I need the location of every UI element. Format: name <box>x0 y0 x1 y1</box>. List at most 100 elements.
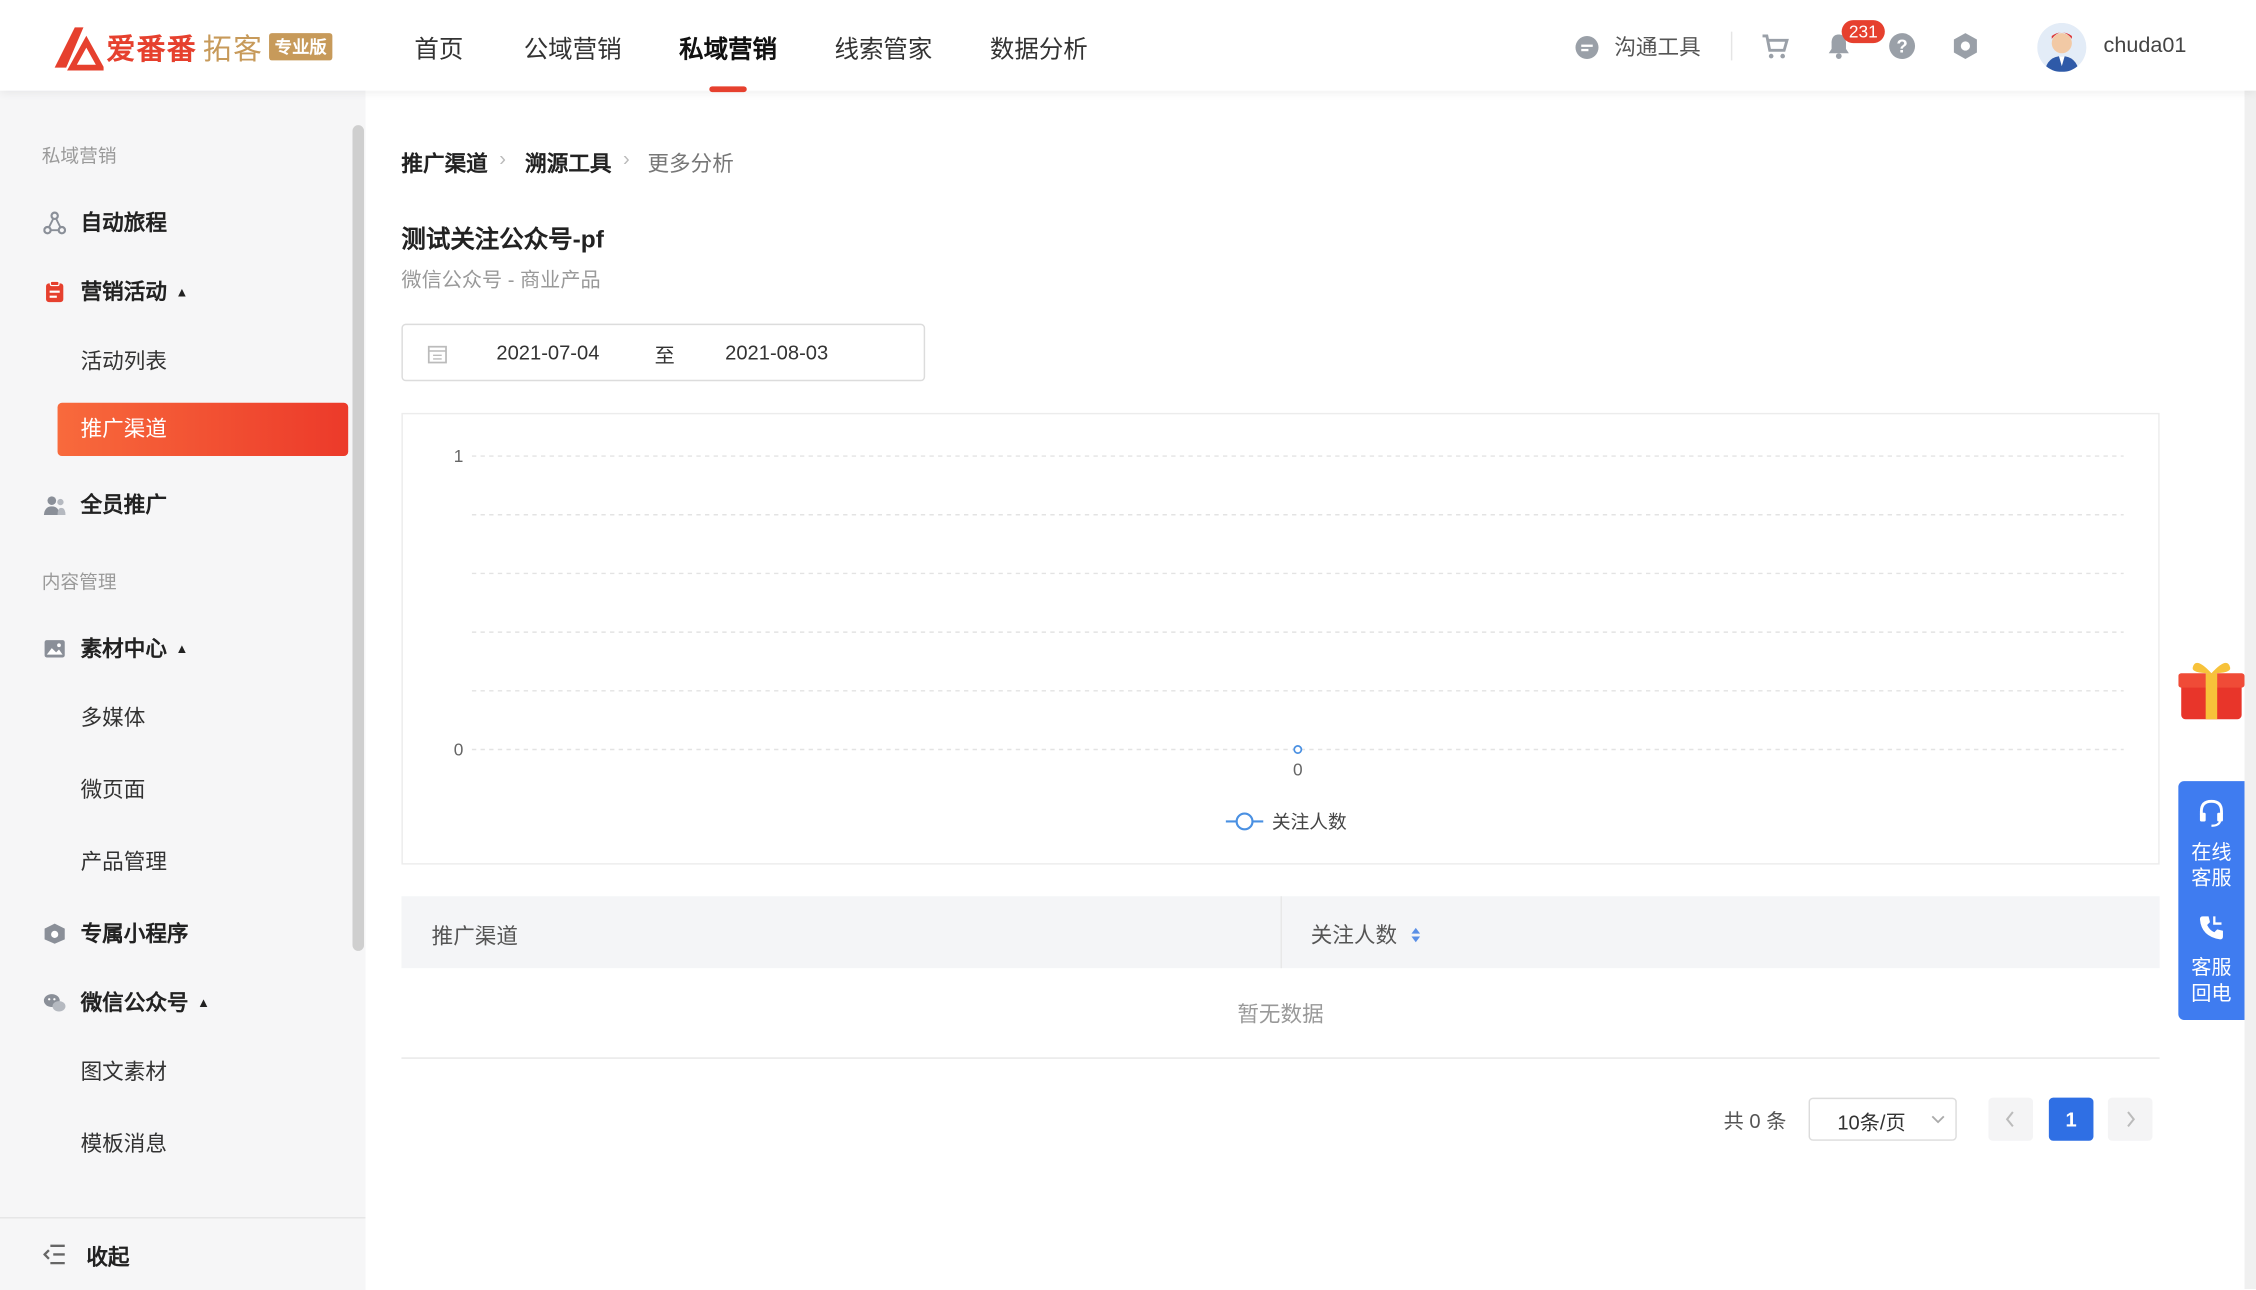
sidebar-item-label: 微信公众号 <box>80 991 189 1016</box>
collapse-sidebar-button[interactable]: 收起 <box>0 1217 366 1290</box>
mini-program-icon <box>44 922 65 944</box>
breadcrumb-more-analysis: 更多分析 <box>647 152 734 177</box>
sidebar-item-mini-program[interactable]: 专属小程序 <box>43 918 189 948</box>
legend-label: 关注人数 <box>1272 813 1347 834</box>
sidebar-item-marketing-activity[interactable]: 营销活动 ▲ <box>43 276 188 306</box>
sidebar-item-wechat-oa[interactable]: 微信公众号 ▲ <box>43 987 210 1017</box>
service-panel: 在线客服 客服回电 <box>2178 781 2245 1020</box>
sidebar-scrollbar[interactable] <box>352 125 365 951</box>
edition-badge: 专业版 <box>269 32 333 60</box>
phone-callback-icon[interactable] <box>2197 914 2226 943</box>
caret-up-icon: ▲ <box>175 640 189 656</box>
collapse-label: 收起 <box>86 1245 130 1271</box>
activity-icon <box>46 279 64 302</box>
notification-badge: 231 <box>1841 20 1885 44</box>
users-icon <box>43 495 66 515</box>
callback-button[interactable]: 客服回电 <box>2178 954 2244 1006</box>
nav-home[interactable]: 首页 <box>414 29 463 65</box>
sidebar-item-material-center[interactable]: 素材中心 ▲ <box>43 633 188 663</box>
breadcrumb-trace-tool[interactable]: 溯源工具 <box>525 148 611 178</box>
breadcrumb-promo-channel[interactable]: 推广渠道 <box>401 148 487 178</box>
x-tick-label: 0 <box>1293 759 1303 779</box>
headset-icon[interactable] <box>2197 798 2226 827</box>
caret-up-icon: ▲ <box>197 994 210 1010</box>
page-button-current[interactable]: 1 <box>2048 1097 2094 1141</box>
nav-private-marketing[interactable]: 私域营销 <box>679 29 777 65</box>
sidebar-item-auto-journey[interactable]: 自动旅程 <box>43 207 167 237</box>
username[interactable]: chuda01 <box>2104 33 2187 57</box>
date-start-input[interactable]: 2021-07-04 <box>496 341 599 364</box>
chevron-right-icon <box>2127 1111 2136 1128</box>
column-header-followers[interactable]: 关注人数 <box>1311 919 1423 949</box>
user-avatar-icon <box>2037 23 2087 72</box>
table-bottom-border <box>401 1057 2160 1059</box>
y-tick-label: 1 <box>454 446 464 466</box>
help-icon[interactable]: ? <box>1888 32 1917 61</box>
legend-marker <box>1235 812 1254 831</box>
gift-icon[interactable] <box>2178 656 2245 722</box>
sidebar-item-template-msg[interactable]: 模板消息 <box>81 1128 167 1158</box>
page-subtitle: 微信公众号 - 商业产品 <box>401 267 601 291</box>
prev-page-button[interactable] <box>1988 1097 2034 1141</box>
app-logo[interactable]: 爱番番 拓客 专业版 <box>52 20 333 72</box>
sidebar-group-content: 内容管理 <box>41 571 117 593</box>
wechat-icon <box>43 993 66 1011</box>
column-header-label: 关注人数 <box>1310 923 1398 949</box>
sidebar-item-multimedia[interactable]: 多媒体 <box>81 702 146 732</box>
sidebar-item-article-material[interactable]: 图文素材 <box>81 1056 167 1086</box>
sidebar-item-micro-page[interactable]: 微页面 <box>81 774 146 804</box>
next-page-button[interactable] <box>2107 1097 2153 1141</box>
comm-tool-label: 沟通工具 <box>1614 35 1701 61</box>
comm-tool-button[interactable]: 沟通工具 <box>1574 32 1701 62</box>
sidebar-item-label: 营销活动 <box>80 280 167 305</box>
nav-active-indicator <box>709 86 747 93</box>
calendar-icon <box>427 345 447 364</box>
date-range-separator: 至 <box>654 343 675 367</box>
chevron-left-icon <box>2005 1111 2014 1128</box>
sidebar-item-activity-list[interactable]: 活动列表 <box>81 345 167 375</box>
sidebar <box>0 90 366 1289</box>
page-size-value: 10条/页 <box>1837 1110 1906 1134</box>
page-title: 测试关注公众号-pf <box>401 225 604 254</box>
date-end-input[interactable]: 2021-08-03 <box>725 341 828 364</box>
brand-suffix: 拓客 <box>202 33 264 66</box>
sort-icon[interactable] <box>1409 924 1423 944</box>
caret-up-icon: ▲ <box>175 284 189 299</box>
nav-data-analysis[interactable]: 数据分析 <box>990 29 1088 65</box>
chat-icon <box>1575 35 1599 59</box>
logo-mark-icon <box>54 27 104 71</box>
collapse-icon <box>43 1244 65 1265</box>
nav-lead-manager[interactable]: 线索管家 <box>835 29 933 65</box>
table-empty-text: 暂无数据 <box>1237 1002 1324 1028</box>
pagination-total: 共 0 条 <box>1723 1109 1787 1133</box>
chart-container: 0 1 0 关注人数 <box>401 412 2160 865</box>
page-scrollbar[interactable] <box>2244 0 2256 1289</box>
online-service-button[interactable]: 在线客服 <box>2178 839 2244 891</box>
sidebar-item-all-staff-promo[interactable]: 全员推广 <box>43 489 167 519</box>
svg-text:?: ? <box>1896 36 1907 57</box>
sidebar-item-label: 全员推广 <box>80 493 167 518</box>
date-range-picker[interactable]: 2021-07-04 至 2021-08-03 <box>401 323 926 382</box>
cart-icon[interactable] <box>1761 32 1790 61</box>
chevron-down-icon <box>1931 1115 1945 1124</box>
line-chart: 0 1 0 关注人数 <box>454 446 2124 834</box>
sidebar-item-product-mgmt[interactable]: 产品管理 <box>81 846 167 876</box>
page-size-select[interactable]: 10条/页 <box>1808 1097 1957 1141</box>
sidebar-item-label: 素材中心 <box>80 637 167 662</box>
column-divider <box>1280 896 1282 969</box>
sidebar-item-label: 自动旅程 <box>80 211 167 236</box>
journey-icon <box>43 210 67 234</box>
image-icon <box>44 639 65 657</box>
column-header-channel: 推广渠道 <box>431 925 518 950</box>
nav-public-marketing[interactable]: 公域营销 <box>524 29 622 65</box>
header-divider <box>1730 31 1733 61</box>
data-point <box>1293 745 1303 754</box>
top-bar: 爱番番 拓客 专业版 首页 公域营销 私域营销 线索管家 数据分析 沟通工具 2… <box>0 0 2256 93</box>
table-header: 推广渠道 关注人数 <box>401 896 2160 969</box>
sidebar-group-private: 私域营销 <box>41 145 117 167</box>
sidebar-item-promo-channel[interactable]: 推广渠道 <box>57 402 349 457</box>
avatar[interactable] <box>2037 23 2087 72</box>
breadcrumb-sep-icon: › <box>499 146 506 170</box>
settings-icon[interactable] <box>1951 32 1980 61</box>
y-tick-label: 0 <box>454 739 464 759</box>
